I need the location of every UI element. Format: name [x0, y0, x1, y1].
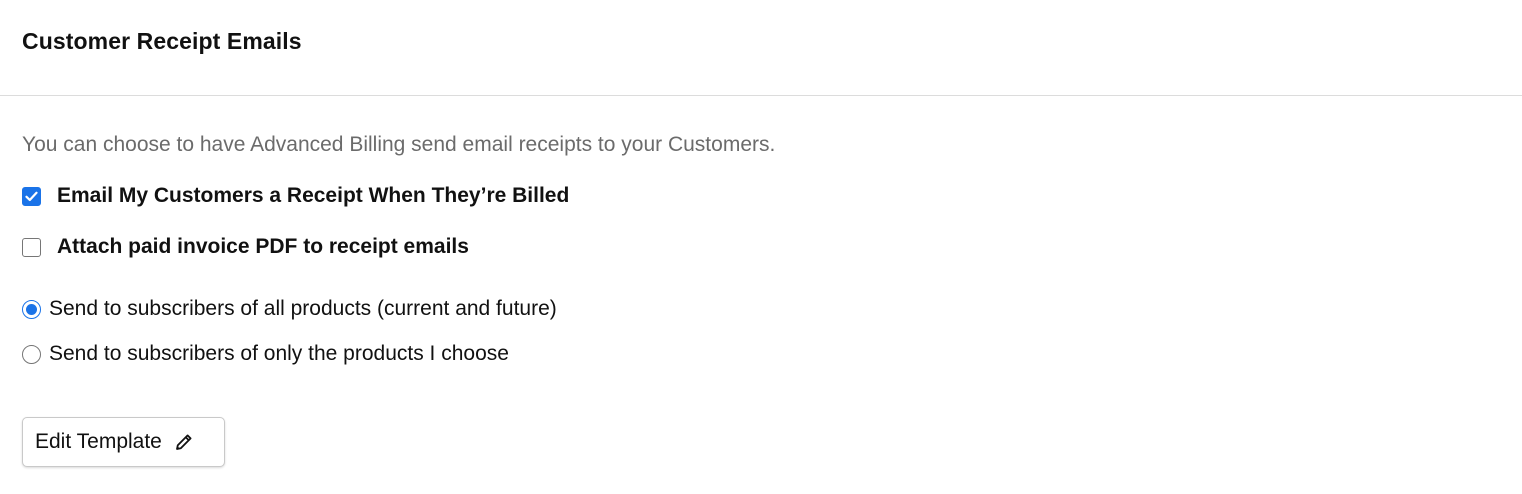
email-receipt-label: Email My Customers a Receipt When They’r…	[57, 184, 570, 207]
chosen-products-label: Send to subscribers of only the products…	[49, 342, 509, 365]
checkmark-icon	[25, 191, 38, 201]
radio-dot	[26, 303, 37, 315]
edit-template-label: Edit Template	[35, 430, 162, 453]
attach-pdf-option[interactable]: Attach paid invoice PDF to receipt email…	[22, 235, 469, 259]
all-products-label: Send to subscribers of all products (cur…	[49, 297, 557, 320]
chosen-products-radio[interactable]	[22, 344, 41, 364]
section-header: Customer Receipt Emails	[0, 0, 1522, 96]
email-receipt-option[interactable]: Email My Customers a Receipt When They’r…	[22, 184, 569, 208]
pencil-icon	[174, 432, 194, 452]
page-title: Customer Receipt Emails	[22, 28, 302, 54]
chosen-products-option[interactable]: Send to subscribers of only the products…	[22, 342, 509, 366]
all-products-option[interactable]: Send to subscribers of all products (cur…	[22, 297, 557, 321]
edit-template-button[interactable]: Edit Template	[22, 417, 225, 467]
attach-pdf-checkbox[interactable]	[22, 237, 41, 257]
attach-pdf-label: Attach paid invoice PDF to receipt email…	[57, 235, 469, 258]
description-text: You can choose to have Advanced Billing …	[22, 133, 776, 156]
all-products-radio[interactable]	[22, 299, 41, 319]
email-receipt-checkbox[interactable]	[22, 186, 41, 206]
